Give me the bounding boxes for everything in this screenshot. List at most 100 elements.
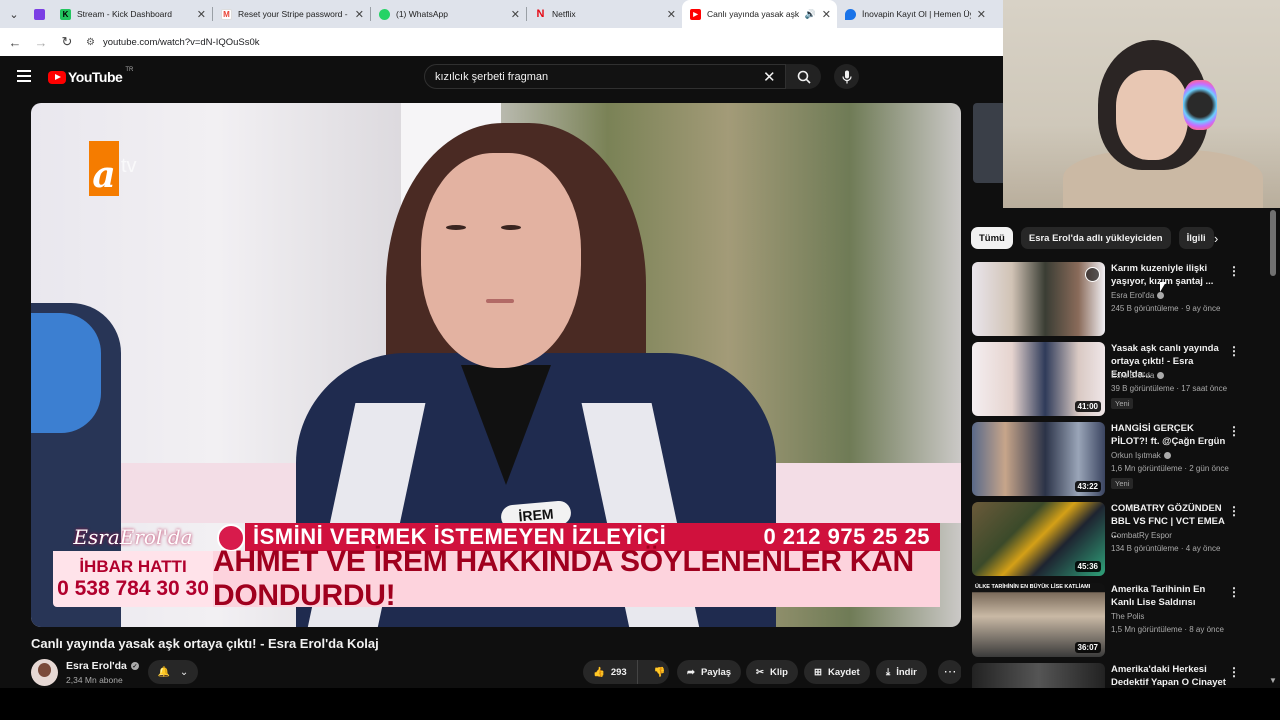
youtube-wordmark: YouTube — [68, 69, 123, 85]
subscription-bell-button[interactable]: 🔔 ⌄ — [148, 660, 198, 684]
video-thumbnail[interactable]: 41:00 — [972, 342, 1105, 416]
tab-title: (1) WhatsApp — [396, 9, 448, 19]
channel-name-text[interactable]: CombatRy Espor — [1111, 531, 1172, 540]
avatar[interactable] — [31, 659, 58, 686]
more-vertical-icon[interactable]: ⋮ — [1228, 504, 1240, 518]
channel-name-text[interactable]: Esra Erol'da — [1111, 291, 1154, 300]
channel-name[interactable]: CombatRy Espor — [1111, 531, 1172, 540]
tab-title: İnovapin Kayıt Ol | Hemen Üye — [862, 9, 971, 19]
video-meta: 134 B görüntüleme · 4 ay önce — [1111, 544, 1221, 553]
video-meta: 1,5 Mn görüntüleme · 8 ay önce — [1111, 625, 1224, 634]
show-logo: EsraErol'da — [73, 525, 193, 549]
more-vertical-icon[interactable]: ⋮ — [1228, 344, 1240, 358]
watch-later-icon[interactable] — [1085, 267, 1100, 282]
list-item[interactable]: ÜLKE TARİHİNİN EN BÜYÜK LİSE KATLİAMI 36… — [972, 583, 1268, 657]
list-item[interactable]: Amerika'daki Herkesi Dedektif Yapan O Ci… — [972, 663, 1268, 688]
video-title[interactable]: Amerika'daki Herkesi Dedektif Yapan O Ci… — [1111, 663, 1231, 688]
thumbnail-banner: ÜLKE TARİHİNİN EN BÜYÜK LİSE KATLİAMI — [975, 584, 1091, 590]
channel-name[interactable]: Orkun Işıtmak — [1111, 451, 1171, 460]
download-label: İndir — [896, 666, 917, 678]
tab-close-icon[interactable]: ✕ — [667, 8, 676, 21]
search-button[interactable] — [786, 64, 821, 89]
video-title[interactable]: Karım kuzeniyle ilişki yaşıyor, kızım şa… — [1111, 262, 1231, 288]
video-title[interactable]: HANGİSİ GERÇEK PİLOT?! ft. @Çağn Ergün — [1111, 422, 1231, 448]
youtube-logo[interactable]: YouTube TR — [48, 67, 134, 85]
tab-netflix[interactable]: N Netflix ✕ — [527, 0, 682, 28]
video-thumbnail[interactable]: 43:22 — [972, 422, 1105, 496]
reload-icon[interactable]: ↻ — [56, 34, 78, 50]
clip-label: Klip — [769, 666, 788, 678]
chip-related[interactable]: İlgili — [1178, 227, 1214, 249]
dislike-button[interactable]: 👎 — [644, 667, 676, 678]
tab-kick-dashboard[interactable]: K Stream - Kick Dashboard ✕ — [52, 0, 212, 28]
tab-youtube-active[interactable]: ▶ Canlı yayında yasak aşk orta 🔊 ✕ — [682, 0, 837, 28]
tab-search-dropdown-icon[interactable]: ⌄ — [2, 2, 26, 26]
scroll-down-icon[interactable]: ▼ — [1269, 676, 1277, 685]
video-title[interactable]: Amerika Tarihinin En Kanlı Lise Saldırıs… — [1111, 583, 1231, 609]
sidebar-top-thumbnail[interactable] — [973, 103, 1003, 183]
chevron-right-icon[interactable]: › — [1214, 231, 1218, 246]
chip-all[interactable]: Tümü — [971, 227, 1013, 249]
more-vertical-icon[interactable]: ⋮ — [1228, 424, 1240, 438]
speaker-icon[interactable]: 🔊 — [805, 9, 816, 20]
filter-chips: Tümü Esra Erol'da adlı yükleyiciden İlgi… — [971, 227, 1214, 249]
site-info-icon[interactable]: ⚙ — [86, 37, 95, 48]
video-player[interactable]: İREM a tv EsraErol'da İSMİNİ VERMEK İSTE… — [31, 103, 961, 627]
chip-from-uploader[interactable]: Esra Erol'da adlı yükleyiciden — [1020, 227, 1171, 249]
tab-whatsapp[interactable]: (1) WhatsApp ✕ — [371, 0, 526, 28]
channel-name[interactable]: Esra Erol'da — [1111, 291, 1165, 300]
tab-close-icon[interactable]: ✕ — [822, 8, 831, 21]
voice-search-button[interactable] — [834, 64, 859, 89]
more-vertical-icon[interactable]: ⋮ — [1228, 665, 1240, 679]
channel-name-text[interactable]: Esra Erol'da — [1111, 371, 1154, 380]
forward-icon[interactable]: → — [30, 35, 52, 50]
channel-name-text[interactable]: Esra Erol'da — [66, 660, 127, 672]
channel-name-text[interactable]: Orkun Işıtmak — [1111, 451, 1161, 460]
country-code: TR — [125, 67, 134, 73]
download-button[interactable]: ⤓ İndir — [876, 660, 927, 684]
back-icon[interactable]: ← — [4, 35, 26, 50]
tab-stripe-reset[interactable]: M Reset your Stripe password - n ✕ — [213, 0, 370, 28]
like-button[interactable]: 👍 293 — [583, 660, 638, 684]
list-item[interactable]: Karım kuzeniyle ilişki yaşıyor, kızım şa… — [972, 262, 1268, 336]
guest-left-hood — [31, 313, 101, 433]
tab-title: Netflix — [552, 9, 576, 19]
tab-inovapin[interactable]: İnovapin Kayıt Ol | Hemen Üye ✕ — [837, 0, 992, 28]
more-actions-button[interactable]: ⋯ — [938, 660, 962, 684]
tab-close-icon[interactable]: ✕ — [355, 8, 364, 21]
list-item[interactable]: 43:22 HANGİSİ GERÇEK PİLOT?! ft. @Çağn E… — [972, 422, 1268, 496]
thumbs-up-icon: 👍 — [593, 666, 605, 678]
verified-icon — [1163, 452, 1171, 459]
more-vertical-icon[interactable]: ⋮ — [1228, 264, 1240, 278]
video-thumbnail[interactable] — [972, 262, 1105, 336]
tab-close-icon[interactable]: ✕ — [511, 8, 520, 21]
atv-channel-logo: a tv — [89, 141, 137, 196]
more-vertical-icon[interactable]: ⋮ — [1228, 585, 1240, 599]
channel-name[interactable]: Esra Erol'da — [1111, 371, 1165, 380]
video-thumbnail[interactable] — [972, 663, 1105, 688]
clear-search-icon[interactable]: ✕ — [763, 68, 776, 86]
menu-icon[interactable] — [17, 70, 31, 82]
video-thumbnail[interactable]: 45:36 — [972, 502, 1105, 576]
hotline-number: 0 538 784 30 30 — [57, 577, 209, 600]
share-button[interactable]: ➦ Paylaş — [677, 660, 742, 684]
channel-name-text[interactable]: The Polis — [1111, 612, 1144, 621]
url-field[interactable]: youtube.com/watch?v=dN-IQOuSs0k — [103, 37, 260, 48]
tab-close-icon[interactable]: ✕ — [977, 8, 986, 21]
webcam-overlay — [1003, 0, 1280, 208]
hotline-box: İHBAR HATTI 0 538 784 30 30 — [53, 551, 213, 607]
tab-pinned[interactable] — [26, 0, 52, 28]
tab-close-icon[interactable]: ✕ — [197, 8, 206, 21]
sidebar-scrollbar[interactable] — [1270, 210, 1276, 276]
download-icon: ⤓ — [886, 666, 891, 678]
list-item[interactable]: 41:00 Yasak aşk canlı yayında ortaya çık… — [972, 342, 1268, 416]
video-thumbnail[interactable]: ÜLKE TARİHİNİN EN BÜYÜK LİSE KATLİAMI 36… — [972, 583, 1105, 657]
channel-name[interactable]: The Polis — [1111, 612, 1144, 621]
search-input[interactable]: kızılcık şerbeti fragman — [424, 64, 786, 89]
channel-name[interactable]: Esra Erol'da ✓ — [66, 660, 139, 672]
clip-button[interactable]: ✂ Klip — [746, 660, 798, 684]
verified-icon: ✓ — [130, 662, 139, 670]
search-icon — [797, 70, 811, 84]
save-button[interactable]: ⊞ Kaydet — [804, 660, 870, 684]
list-item[interactable]: 45:36 COMBATRY GÖZÜNDEN BBL VS FNC | VCT… — [972, 502, 1268, 576]
